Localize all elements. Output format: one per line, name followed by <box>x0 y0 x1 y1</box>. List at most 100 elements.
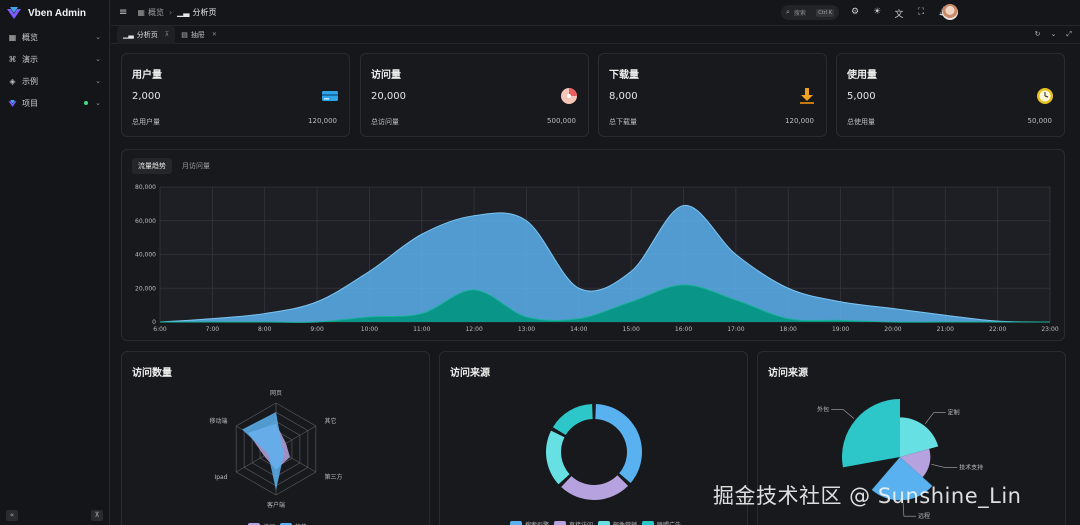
download-icon <box>800 88 814 104</box>
refresh-icon[interactable]: ↻ <box>1035 30 1041 39</box>
stat-card-users: 用户量 2,000 总用户量 120,000 <box>121 53 350 137</box>
visit-count-card: 访问数量 网页其它第三方客户端Ipad移动端访问趋势 <box>121 351 430 525</box>
chevron-down-icon[interactable]: ⌄ <box>1051 30 1057 39</box>
y-tick-label: 0 <box>152 319 156 326</box>
visit-source-donut-chart: 搜索引擎 直接访问 邮件营销 联盟广告 <box>510 404 681 525</box>
visit-source-donut-card: 访问来源 搜索引擎直接访问邮件营销联盟广告 <box>439 351 748 525</box>
maximize-icon[interactable]: ⤢ <box>1066 30 1072 39</box>
x-tick-label: 19:00 <box>832 326 849 333</box>
clock-icon <box>1037 88 1053 104</box>
stat-footer-label: 总使用量 <box>847 118 875 126</box>
x-tick-label: 12:00 <box>465 326 482 333</box>
x-tick-label: 21:00 <box>937 326 954 333</box>
radar-indicator-label: Ipad <box>214 474 227 481</box>
x-tick-label: 18:00 <box>780 326 797 333</box>
donut-slice <box>546 430 570 485</box>
chevron-down-icon: ⌄ <box>95 33 101 41</box>
stat-value: 20,000 <box>371 91 406 102</box>
sidebar-item-label: 概览 <box>22 32 38 42</box>
donut-slice <box>561 475 629 500</box>
stat-title: 用户量 <box>132 70 162 81</box>
rose-slice <box>900 417 939 457</box>
chevron-down-icon: ⌄ <box>95 99 101 107</box>
x-tick-label: 20:00 <box>884 326 901 333</box>
sidebar-item-overview[interactable]: ▦ 概览 ⌄ <box>0 26 109 48</box>
x-tick-label: 8:00 <box>258 326 272 333</box>
tab-drawer[interactable]: ▤ 抽屉 ✕ <box>175 26 223 44</box>
x-tick-label: 10:00 <box>361 326 378 333</box>
radar-indicator-label: 移动端 <box>209 417 227 425</box>
breadcrumb-label: 概览 <box>147 8 164 17</box>
chevron-down-icon: ⌄ <box>95 55 101 63</box>
donut-slice <box>552 404 593 435</box>
stat-value: 8,000 <box>609 91 638 102</box>
y-tick-label: 60,000 <box>135 218 156 225</box>
legend-swatch <box>598 521 610 525</box>
sidebar-item-examples[interactable]: ◈ 示例 ⌄ <box>0 70 109 92</box>
stat-footer-label: 总下载量 <box>609 118 637 126</box>
search-icon: ⌕ <box>786 8 790 16</box>
translate-icon[interactable]: 文 <box>894 7 904 20</box>
vben-logo-icon <box>7 7 21 19</box>
stat-footer-label: 总用户量 <box>132 118 160 126</box>
stat-card-downloads: 下载量 8,000 总下载量 120,000 <box>598 53 827 137</box>
legend-label: 邮件营销 <box>613 521 637 525</box>
y-tick-label: 20,000 <box>135 285 156 292</box>
x-tick-label: 9:00 <box>310 326 324 333</box>
rose-label-line <box>831 409 855 419</box>
x-tick-label: 22:00 <box>989 326 1006 333</box>
rose-slice-label: 远程 <box>918 512 930 520</box>
demo-icon: ⌘ <box>8 54 17 64</box>
chevron-down-icon: ⌄ <box>95 77 101 85</box>
breadcrumb-item[interactable]: ▦ 概览 <box>137 7 164 18</box>
stat-title: 下载量 <box>609 70 639 81</box>
logo[interactable]: Vben Admin <box>0 0 109 26</box>
radar-indicator-label: 其它 <box>324 417 336 425</box>
header-actions: ⚙ ☀ 文 ⛶ 🔔︎ <box>850 5 950 20</box>
settings-icon[interactable]: ⚙ <box>850 7 860 20</box>
fullscreen-icon[interactable]: ⛶ <box>916 7 926 20</box>
search-shortcut: Ctrl K <box>816 8 834 17</box>
donut-slice <box>595 404 642 483</box>
x-tick-label: 6:00 <box>153 326 167 333</box>
card-icon <box>322 91 338 101</box>
app-name: Vben Admin <box>28 7 86 19</box>
sidebar: Vben Admin ▦ 概览 ⌄ ⌘ 演示 ⌄ ◈ 示例 ⌄ 项目 ⌄ « ⊼ <box>0 0 110 525</box>
collapse-sidebar-icon[interactable]: « <box>6 510 18 521</box>
table-icon: ▤ <box>181 30 188 39</box>
traffic-area-chart: 0 20,000 40,000 60,000 80,000 6:00 7:00 8:00 9:0… <box>135 184 1059 333</box>
traffic-trend-card: 流量趋势 月访问量 0 20,000 40,000 60,000 80,000 6:00 7… <box>121 149 1065 341</box>
stat-card-visits: 访问量 20,000 总访问量 500,000 <box>360 53 589 137</box>
pie-icon <box>561 88 577 104</box>
pin-icon[interactable]: ⊼ <box>165 31 169 38</box>
search-button[interactable]: ⌕ 搜索 Ctrl K <box>781 5 839 20</box>
search-label: 搜索 <box>793 10 806 17</box>
breadcrumb-item[interactable]: ▁▃ 分析页 <box>177 7 216 18</box>
rose-label-line <box>931 464 958 468</box>
breadcrumb-label: 分析页 <box>192 8 217 17</box>
y-tick-label: 40,000 <box>135 252 156 259</box>
stat-value: 5,000 <box>847 91 876 102</box>
sidebar-item-demo[interactable]: ⌘ 演示 ⌄ <box>0 48 109 70</box>
x-tick-label: 13:00 <box>518 326 535 333</box>
stat-footer-value: 500,000 <box>547 117 576 125</box>
sidebar-footer: « ⊼ <box>6 510 103 521</box>
visit-radar-chart: 网页其它第三方客户端Ipad移动端访问趋势 <box>209 390 343 525</box>
legend-swatch <box>642 521 654 525</box>
tab-label: 分析页 <box>136 30 158 39</box>
sidebar-item-label: 项目 <box>22 98 38 108</box>
legend-label: 直接访问 <box>569 521 593 525</box>
stat-title: 访问量 <box>371 70 401 81</box>
new-badge-dot <box>84 101 89 105</box>
close-icon[interactable]: ✕ <box>212 31 217 38</box>
pin-sidebar-icon[interactable]: ⊼ <box>91 510 103 521</box>
tab-analytics[interactable]: ▁▃ 分析页 ⊼ <box>117 25 176 44</box>
tab-label: 抽屉 <box>190 30 205 39</box>
stat-footer-value: 50,000 <box>1027 117 1053 125</box>
sidebar-item-project[interactable]: 项目 ⌄ <box>0 92 109 114</box>
stat-card-usage: 使用量 5,000 总使用量 50,000 <box>836 53 1065 137</box>
avatar[interactable] <box>942 4 958 20</box>
menu-toggle-icon[interactable]: ≡ <box>119 7 127 18</box>
theme-toggle-icon[interactable]: ☀ <box>872 7 882 20</box>
stat-footer-label: 总访问量 <box>371 118 399 126</box>
